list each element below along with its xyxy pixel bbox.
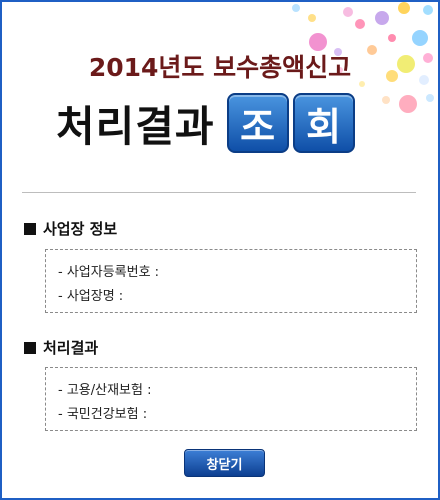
employment-insurance-row: - 고용/산재보험 : (58, 383, 152, 398)
business-info-box: - 사업자등록번호 : - 사업장명 : (45, 249, 417, 313)
page-title: 처리결과 조 회 (56, 92, 355, 154)
header-divider (22, 192, 416, 193)
section-heading-business: 사업장 정보 (24, 218, 117, 239)
square-bullet-icon (24, 342, 36, 354)
page-title-box-1: 조 (226, 93, 289, 153)
page-subtitle: 2014년도 보수총액신고 (88, 53, 352, 82)
section-heading-result-label: 처리결과 (43, 339, 99, 357)
close-window-button[interactable]: 창닫기 (184, 449, 265, 477)
section-heading-result: 처리결과 (24, 337, 98, 358)
business-name-row: - 사업장명 : (58, 289, 124, 304)
section-heading-business-label: 사업장 정보 (43, 220, 118, 238)
page-title-text: 처리결과 (56, 101, 215, 151)
page-title-box-2: 회 (292, 93, 355, 153)
result-info-box: - 고용/산재보험 : - 국민건강보험 : (45, 367, 417, 431)
square-bullet-icon (24, 223, 36, 235)
business-reg-number-row: - 사업자등록번호 : (58, 265, 160, 280)
health-insurance-row: - 국민건강보험 : (58, 407, 148, 422)
